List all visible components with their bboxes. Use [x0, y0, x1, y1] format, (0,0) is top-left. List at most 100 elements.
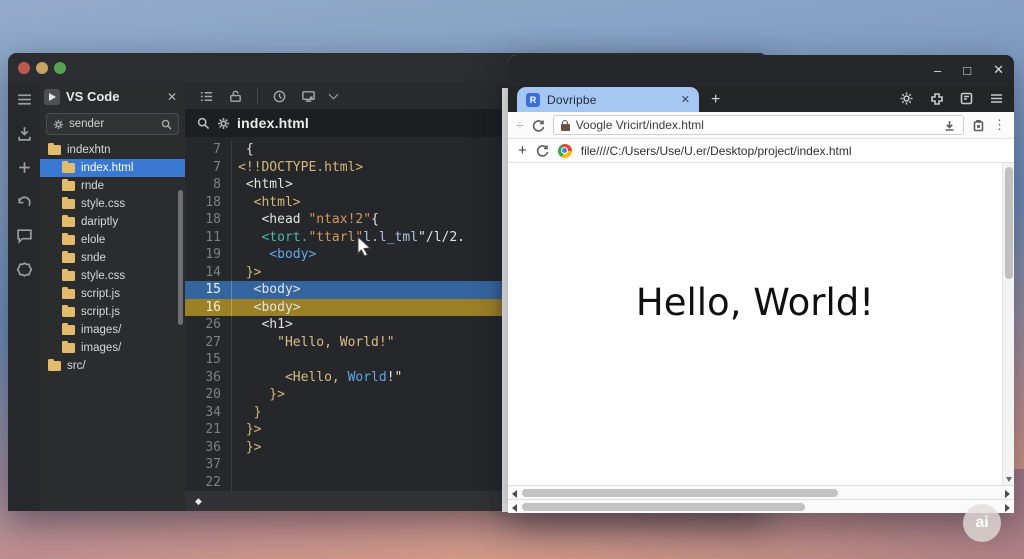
chevron-down-icon[interactable] [329, 89, 339, 99]
folder-icon [62, 253, 75, 263]
search-icon[interactable] [197, 117, 210, 130]
file-tree-item[interactable]: script.js [40, 285, 185, 303]
file-url-text: file////C:/Users/Use/U.er/Desktop/projec… [581, 144, 852, 158]
line-number: 26 [185, 316, 231, 334]
horizontal-scrollbar-1[interactable] [508, 485, 1014, 499]
browser-tabstrip: R Dovripbe ✕ + [508, 85, 1014, 112]
reload-icon[interactable] [536, 144, 549, 157]
file-tree-item[interactable]: rnde [40, 177, 185, 195]
menu-icon[interactable] [16, 91, 33, 108]
file-tree-item[interactable]: images/ [40, 339, 185, 357]
secondary-address-bar[interactable]: + file////C:/Users/Use/U.er/Desktop/proj… [508, 139, 1014, 163]
download-icon[interactable] [16, 125, 33, 142]
close-icon[interactable]: ✕ [167, 90, 177, 104]
code-text: "Hello, World!" [231, 334, 395, 352]
add-icon[interactable] [16, 159, 33, 176]
scroll-right-arrow-icon[interactable] [1005, 504, 1010, 512]
line-number: 7 [185, 141, 231, 159]
minimize-button[interactable]: – [934, 63, 941, 78]
reload-icon[interactable] [532, 119, 545, 132]
close-traffic-light[interactable] [18, 62, 30, 74]
file-tree-item[interactable]: snde [40, 249, 185, 267]
maximize-button[interactable]: □ [963, 63, 971, 78]
tab-close-icon[interactable]: ✕ [681, 93, 690, 106]
scroll-down-arrow-icon[interactable] [1006, 477, 1012, 482]
browser-tab[interactable]: R Dovripbe ✕ [517, 87, 699, 112]
lock-icon[interactable] [228, 89, 243, 104]
line-number: 11 [185, 229, 231, 247]
new-tab-button[interactable]: + [711, 91, 720, 109]
chrome-logo-icon [558, 144, 572, 158]
browser-titlebar[interactable]: – □ ✕ [508, 55, 1014, 85]
minimize-traffic-light[interactable] [36, 62, 48, 74]
code-text [231, 351, 238, 369]
file-tree-item[interactable]: index.html [40, 159, 185, 177]
folder-icon [62, 343, 75, 353]
file-label: images/ [81, 342, 121, 354]
more-menu-icon[interactable]: ⋮ [993, 117, 1006, 133]
folder-icon [62, 307, 75, 317]
file-tree-item[interactable]: style.css [40, 195, 185, 213]
vscode-logo-icon [44, 89, 60, 105]
settings-icon[interactable] [16, 261, 33, 278]
file-tree-item[interactable]: style.css [40, 267, 185, 285]
file-label: images/ [81, 324, 121, 336]
reading-list-icon[interactable] [959, 91, 974, 106]
file-tree-item[interactable]: indexhtn [40, 141, 185, 159]
line-number: 8 [185, 176, 231, 194]
file-tree-item[interactable]: script.js [40, 303, 185, 321]
folder-icon [62, 325, 75, 335]
tab-favicon: R [526, 93, 540, 107]
menu-icon[interactable] [989, 91, 1004, 106]
lock-icon [561, 120, 570, 131]
sidebar-header: VS Code ✕ [40, 83, 185, 110]
file-tree-item[interactable]: elole [40, 231, 185, 249]
folder-icon [62, 289, 75, 299]
clock-icon[interactable] [272, 89, 287, 104]
code-text: <h1> [231, 316, 293, 334]
screencast-icon[interactable] [301, 89, 316, 104]
gear-icon[interactable] [899, 91, 914, 106]
plus-icon[interactable]: + [518, 142, 527, 159]
file-tree-item[interactable]: src/ [40, 357, 185, 375]
code-text [231, 456, 238, 474]
code-text: <html> [231, 194, 301, 212]
line-number: 37 [185, 456, 231, 474]
code-text: <head "ntax!2"{ [231, 211, 379, 229]
code-text: <body> [231, 246, 316, 264]
back-button[interactable]: ÷ [516, 117, 524, 133]
tab-label: index.html [237, 115, 309, 131]
gear-icon[interactable] [217, 117, 230, 130]
list-icon[interactable] [199, 89, 214, 104]
scroll-left-arrow-icon[interactable] [512, 504, 517, 512]
line-number: 36 [185, 369, 231, 387]
undo-icon[interactable] [16, 193, 33, 210]
file-tree-item[interactable]: images/ [40, 321, 185, 339]
file-label: rnde [81, 180, 104, 192]
scroll-left-arrow-icon[interactable] [512, 490, 517, 498]
line-number: 20 [185, 386, 231, 404]
download-icon[interactable] [943, 119, 956, 132]
page-heading: Hello, World! [508, 281, 1002, 324]
horizontal-scroll-thumb-2[interactable] [522, 503, 805, 511]
folder-icon [62, 199, 75, 209]
scroll-right-arrow-icon[interactable] [1005, 490, 1010, 498]
address-bar[interactable]: Voogle Vricirt/index.html [553, 115, 964, 135]
maximize-traffic-light[interactable] [54, 62, 66, 74]
horizontal-scroll-thumb-1[interactable] [522, 489, 838, 497]
comment-icon[interactable] [16, 227, 33, 244]
folder-icon [48, 361, 61, 371]
search-input[interactable]: sender [46, 113, 179, 135]
close-button[interactable]: ✕ [993, 62, 1004, 78]
sidebar-scrollbar[interactable] [178, 190, 183, 325]
vertical-scrollbar[interactable] [1002, 163, 1014, 485]
file-tree: indexhtnindex.htmlrndestyle.cssdariptlye… [40, 141, 185, 375]
vertical-scroll-thumb[interactable] [1005, 167, 1013, 279]
code-text: }> [231, 439, 261, 457]
clipboard-icon[interactable] [972, 119, 985, 132]
extension-icon[interactable] [929, 91, 944, 106]
line-number: 16 [185, 299, 231, 317]
url-text: Voogle Vricirt/index.html [576, 118, 937, 132]
file-tree-item[interactable]: dariptly [40, 213, 185, 231]
horizontal-scrollbar-2[interactable] [508, 499, 1014, 513]
